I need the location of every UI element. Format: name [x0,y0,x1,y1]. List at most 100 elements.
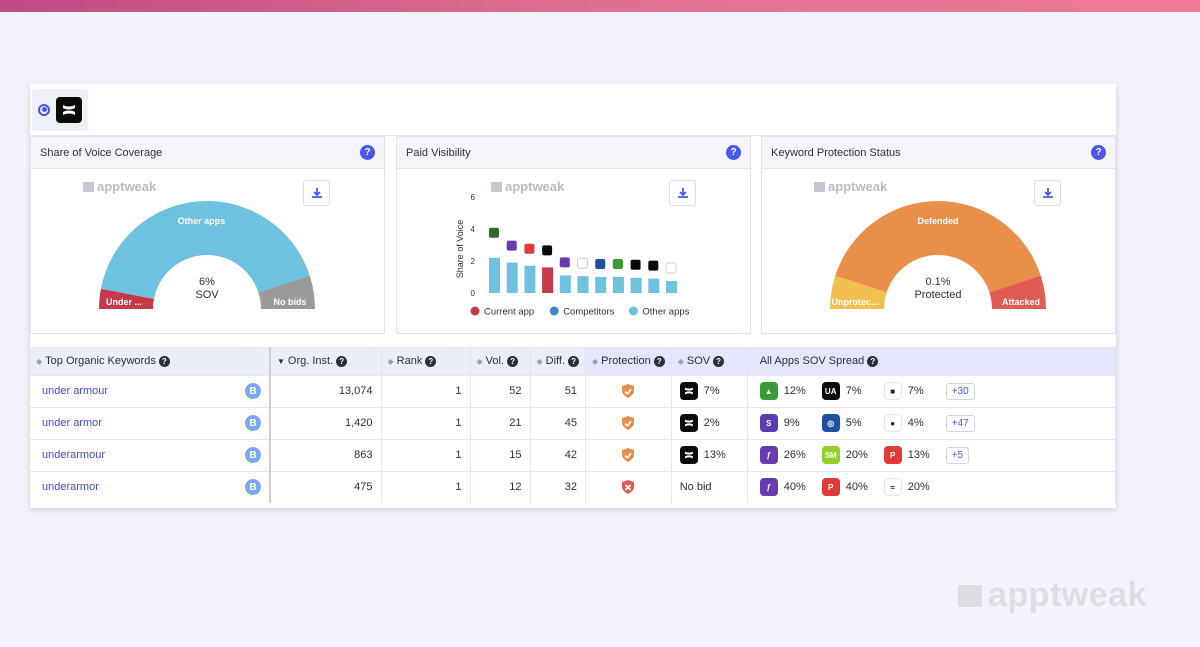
col-protection[interactable]: ◆ Protection? [585,347,672,375]
y-tick-label: 0 [471,289,476,298]
bar[interactable] [542,267,554,293]
competitor-app-icon: ● [883,414,902,432]
app-selector [30,84,1116,136]
competitor-app-icon: UA [821,382,840,400]
bar[interactable] [489,257,500,293]
spread-value: 7% [907,385,924,397]
competitor-app-icon: ◎ [821,414,840,432]
keyword-protection-panel: Keyword Protection Status ? apptweak Unp… [761,136,1116,334]
radio-selected-icon[interactable] [38,103,50,116]
spread-value: 12% [783,385,806,397]
gauge-segment-label: Unprotec... [831,297,878,307]
more-apps-button[interactable]: +47 [945,414,975,432]
bar[interactable] [559,275,571,293]
help-icon[interactable]: ? [726,145,741,160]
org-inst-cell: 13,074 [270,374,382,407]
col-sov[interactable]: ◆ SOV? [671,347,748,375]
keyword-cell[interactable]: under armor B [30,406,271,439]
spread-value: 40% [783,481,806,494]
diff-cell: 51 [530,374,587,407]
keyword-cell[interactable]: underarmor B [30,470,271,503]
table-row[interactable]: under armour B 13,074 1 52 51 7% ▲ 12% UA 7% ■ 7% +30 [30,374,1117,407]
table-row[interactable]: underarmour B 863 1 15 42 13% ƒ 26% SM 20% P 13% +5 [30,438,1117,471]
brand-badge: B [245,479,261,496]
bar[interactable] [648,278,660,293]
competitor-app-icon: S [759,414,778,432]
keyword-link[interactable]: under armour [42,385,108,397]
keyword-link[interactable]: underarmour [42,449,105,461]
competitor-app-icon: ƒ [759,446,778,464]
competitor-app-icon: ≈ [883,478,902,497]
col-vol[interactable]: ◆ Vol.? [470,347,531,375]
more-apps-button[interactable]: +5 [945,446,970,464]
sov-value: 7% [703,385,720,397]
col-spread: All Apps SOV Spread? [747,347,1117,375]
rank-cell: 1 [381,470,471,503]
protection-cell [585,470,672,503]
col-org-inst[interactable]: ▼ Org. Inst.? [270,347,382,375]
panel-title: Keyword Protection Status [771,146,901,159]
shield-defended-icon [622,384,635,398]
competitor-app-icon: ▲ [759,382,778,400]
brand-badge: B [245,383,261,399]
y-axis-label: Share of Voice [455,220,465,279]
spread-value: 7% [845,385,862,397]
gauge-segment-label: Defended [917,216,958,226]
bar[interactable] [506,262,518,293]
rank-cell: 1 [381,374,471,407]
bar-app-icon [542,245,553,256]
competitor-app-icon: ■ [883,382,902,400]
spread-value: 20% [907,481,930,494]
bar[interactable] [612,277,624,293]
spread-value: 13% [907,449,930,461]
org-inst-cell: 1,420 [270,406,382,439]
bar[interactable] [666,281,677,293]
col-rank[interactable]: ◆ Rank? [381,347,471,375]
gauge-segment-label: No bids [274,297,307,307]
gauge-center-value: 0.1% [925,276,950,288]
keyword-cell[interactable]: under armour B [30,374,271,407]
bar[interactable] [630,277,642,293]
under-armour-app-icon [679,382,698,400]
help-icon[interactable]: ? [360,145,375,160]
bar[interactable] [577,276,589,293]
sov-gauge: Under ... Other apps No bids 6% SOV [99,200,315,309]
keyword-link[interactable]: under armor [42,417,102,429]
shield-attacked-icon [622,480,635,495]
legend-label: Competitors [563,307,614,318]
legend-label: Other apps [642,307,689,318]
table-row[interactable]: underarmor B 475 1 12 32 No bid ƒ 40% P 40% ≈20% [30,470,1117,503]
more-apps-button[interactable]: +30 [945,382,975,400]
help-icon[interactable]: ? [1091,145,1106,160]
bar-app-icon [577,257,588,269]
app-tab-under-armour[interactable] [32,88,88,131]
col-keyword[interactable]: ◆ Top Organic Keywords? [30,347,271,375]
keyword-link[interactable]: underarmor [42,481,99,493]
paid-visibility-chart: Share of Voice 0 2 4 6 Current app Competitors… [455,193,690,318]
org-inst-cell: 475 [270,470,382,503]
gauge-segment-label: Other apps [178,216,226,226]
y-tick-label: 6 [471,193,476,202]
bar[interactable] [524,265,536,293]
brand-badge: B [245,447,261,463]
gauge-center-label: Protected [914,289,961,301]
bar[interactable] [595,277,607,293]
sov-cell: 7% [671,374,748,407]
keyword-cell[interactable]: underarmour B [30,438,271,471]
panel-title: Paid Visibility [406,146,471,159]
bar-app-icon [665,262,677,274]
col-diff[interactable]: ◆ Diff.? [530,347,587,375]
diff-cell: 42 [530,438,587,471]
table-row[interactable]: under armor B 1,420 1 21 45 2% S 9% ◎ 5% ● 4% +47 [30,406,1117,439]
spread-cell: ƒ 26% SM 20% P 13% +5 [747,438,1117,471]
legend-label: Current app [484,307,534,318]
spread-value: 5% [845,417,862,429]
gauge-center-value: 6% [199,276,215,288]
bar-app-icon [506,240,517,251]
apptweak-footer-watermark: apptweak [958,576,1147,615]
top-gradient-bar [0,0,1200,12]
sov-coverage-panel: Share of Voice Coverage ? apptweak Under… [30,136,385,334]
competitor-app-icon: P [883,446,902,464]
vol-cell: 12 [470,470,531,503]
shield-defended-icon [622,448,635,462]
